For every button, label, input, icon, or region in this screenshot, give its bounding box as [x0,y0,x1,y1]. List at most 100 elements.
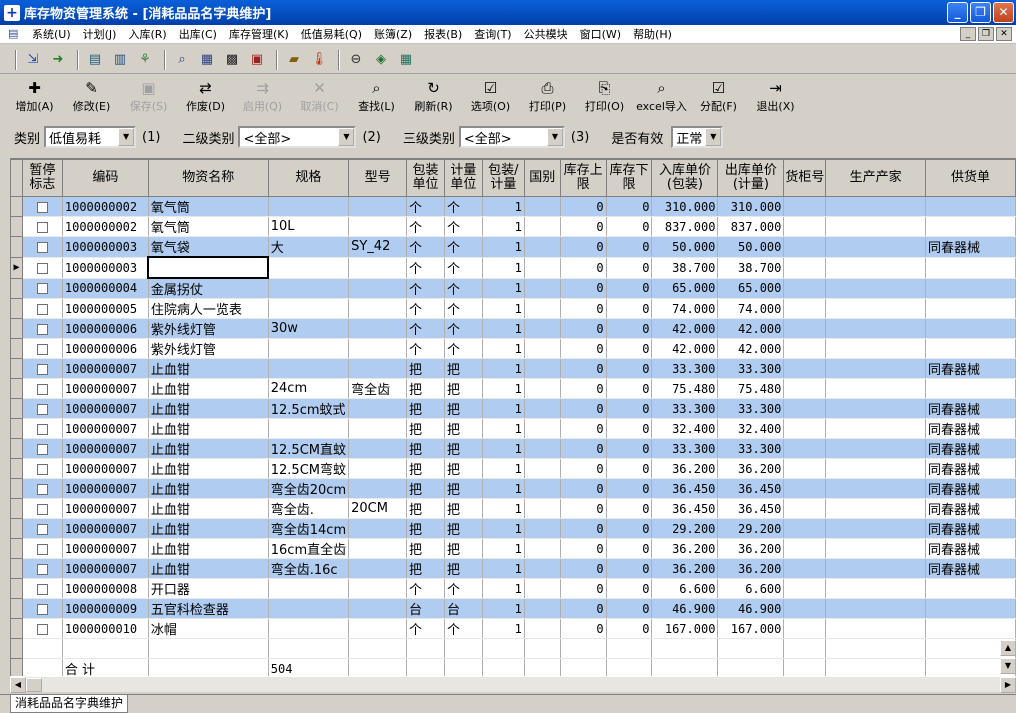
cell-code[interactable]: 1000000007 [62,498,149,519]
cell-in_price[interactable]: 6.600 [651,578,719,599]
document-menu-icon[interactable]: ▤ [8,27,24,41]
row-indicator[interactable] [10,438,23,459]
pause-checkbox[interactable] [36,623,48,635]
cell-ratio[interactable]: 1 [482,196,525,217]
scroll-right-button[interactable]: ▶ [1000,676,1016,693]
cell-unit[interactable]: 把 [444,418,483,439]
column-header[interactable]: 库存上限 [559,159,607,197]
menu-item[interactable]: 窗口(W) [574,26,627,42]
cell-country[interactable] [524,338,561,359]
cell-country[interactable] [524,398,561,419]
cell-model[interactable] [348,196,408,217]
cell-min[interactable]: 0 [606,518,653,539]
menu-item[interactable]: 低值易耗(Q) [295,26,368,42]
category1-select[interactable]: 低值易耗 ▼ [44,126,137,148]
row-indicator[interactable] [10,458,23,479]
cell-out_price[interactable]: 75.480 [717,378,785,399]
cell-pkg[interactable]: 把 [406,518,445,539]
cell-cabinet[interactable] [783,538,827,559]
table-row[interactable]: 1000000007 止血钳 12.5CM直蚊把把 1 0 0 33.300 33.300 同春… [10,438,1016,459]
cell-name[interactable]: 止血钳 [148,438,269,459]
pause-checkbox[interactable] [36,503,48,515]
action-button[interactable]: ⌕ 查找(L) [348,76,405,118]
cell-supplier[interactable] [925,618,1016,639]
column-header[interactable]: 规格 [267,159,350,197]
pause-checkbox[interactable] [36,303,48,315]
minimize-button[interactable]: _ [947,2,968,23]
pause-checkbox[interactable] [36,463,48,475]
cell-cabinet[interactable] [783,338,827,359]
cell-country[interactable] [524,318,561,339]
pause-checkbox[interactable] [36,583,48,595]
doc-list-icon[interactable]: ▤ [84,49,106,71]
cell-in_price[interactable]: 42.000 [651,338,719,359]
cell-model[interactable]: 弯全齿 [348,378,408,399]
cell-ratio[interactable]: 1 [482,338,525,359]
cell-model[interactable] [348,618,408,639]
cell-max[interactable]: 0 [560,538,607,559]
cell-out_price[interactable]: 46.900 [717,598,785,619]
cell-country[interactable] [524,438,561,459]
cell-pkg[interactable]: 个 [406,318,445,339]
cell-supplier[interactable] [925,338,1016,359]
table-row[interactable]: 1000000010 冰帽个个 1 0 0 167.000 167.000 [10,618,1016,639]
cell-ratio[interactable]: 1 [482,298,525,319]
cell-maker[interactable] [825,378,926,399]
cell-unit[interactable]: 个 [444,196,483,217]
cell-min[interactable]: 0 [606,338,653,359]
cell-maker[interactable] [825,338,926,359]
cell-max[interactable]: 0 [560,478,607,499]
door-in-icon[interactable]: ⇲ [22,49,44,71]
cell-min[interactable]: 0 [606,318,653,339]
cell-code[interactable]: 1000000005 [62,298,149,319]
cell-out_price[interactable]: 65.000 [717,278,785,299]
cell-supplier[interactable]: 同春器械 [925,498,1016,519]
cell-unit[interactable]: 个 [444,278,483,299]
cell-spec[interactable]: 弯全齿14cm [268,518,350,539]
row-indicator[interactable] [10,196,23,217]
cell-country[interactable] [524,378,561,399]
cell-model[interactable] [348,438,408,459]
cell-model[interactable] [348,578,408,599]
cell-out_price[interactable]: 36.200 [717,458,785,479]
cell-model[interactable] [348,478,408,499]
menu-item[interactable]: 报表(B) [418,26,468,42]
cell-pkg[interactable]: 把 [406,538,445,559]
cell-ratio[interactable]: 1 [482,478,525,499]
cell-max[interactable]: 0 [560,196,607,217]
cell-max[interactable]: 0 [560,378,607,399]
pause-checkbox[interactable] [36,241,48,253]
cell-model[interactable] [348,338,408,359]
table-row[interactable]: 1000000007 止血钳 24cm 弯全齿把把 1 0 0 75.480 75.480 [10,378,1016,399]
cell-model[interactable] [348,257,408,279]
scroll-left-button[interactable]: ◀ [10,676,26,693]
cell-maker[interactable] [825,478,926,499]
row-indicator[interactable] [10,298,23,319]
cell-ratio[interactable]: 1 [482,216,525,237]
pause-checkbox[interactable] [36,483,48,495]
cell-max[interactable]: 0 [560,498,607,519]
column-header[interactable]: 货柜号 [783,159,827,197]
cell-country[interactable] [524,278,561,299]
cell-code[interactable]: 1000000008 [62,578,149,599]
cell-max[interactable]: 0 [560,598,607,619]
cell-max[interactable]: 0 [560,438,607,459]
cell-model[interactable] [348,318,408,339]
menu-item[interactable]: 系统(U) [26,26,77,42]
cell-max[interactable]: 0 [560,418,607,439]
cell-name[interactable]: 止血钳 [148,538,269,559]
cell-in_price[interactable]: 46.900 [651,598,719,619]
cell-supplier[interactable] [925,578,1016,599]
valid-select[interactable]: 正常 ▼ [671,126,724,148]
cell-out_price[interactable]: 167.000 [717,618,785,639]
cell-cabinet[interactable] [783,236,827,258]
cell-code[interactable]: 1000000003 [62,236,149,258]
cell-pkg[interactable]: 个 [406,578,445,599]
cell-code[interactable]: 1000000007 [62,538,149,559]
cell-pkg[interactable]: 把 [406,478,445,499]
cell-name[interactable]: 止血钳 [148,518,269,539]
pause-checkbox[interactable] [36,323,48,335]
cell-in_price[interactable]: 36.200 [651,558,719,579]
cell-ratio[interactable]: 1 [482,538,525,559]
cell-cabinet[interactable] [783,578,827,599]
